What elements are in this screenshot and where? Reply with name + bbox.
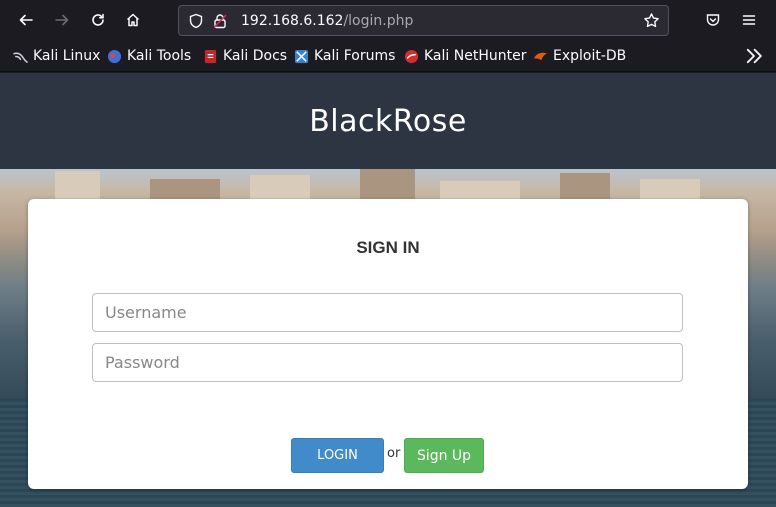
kali-dragon-icon: [13, 52, 28, 63]
arrow-left-icon: [19, 14, 33, 26]
insecure-lock-icon[interactable]: [212, 13, 228, 29]
or-separator: or: [387, 446, 401, 461]
bookmark-kali-nethunter[interactable]: Kali NetHunter: [404, 46, 526, 66]
site-brand: BlackRose: [309, 103, 467, 139]
address-bar[interactable]: 192.168.6.162/login.php: [178, 5, 669, 36]
chevron-double-right-icon[interactable]: [744, 46, 764, 66]
pocket-icon: [706, 14, 720, 26]
sign-in-heading: SIGN IN: [356, 238, 420, 257]
kali-nethunter-icon: [404, 49, 419, 63]
forward-button[interactable]: [48, 6, 76, 34]
back-button[interactable]: [12, 6, 40, 34]
reload-button[interactable]: [84, 6, 112, 34]
bookmark-kali-linux[interactable]: Kali Linux: [13, 46, 100, 66]
exploit-db-icon: [533, 52, 548, 60]
bookmark-label: Kali Tools: [127, 48, 192, 64]
browser-toolbar: 192.168.6.162/login.php: [0, 0, 776, 40]
web-page: BlackRose SIGN IN LOGIN or Sign Up: [0, 73, 776, 507]
pocket-button[interactable]: [699, 6, 727, 34]
url-path: /login.php: [343, 13, 414, 29]
bookmark-label: Exploit-DB: [553, 48, 627, 64]
bookmarks-toolbar: Kali Linux Kali Tools Kali Docs Kali For…: [0, 40, 776, 72]
kali-forums-icon: [294, 49, 309, 63]
hamburger-menu-icon: [742, 15, 756, 25]
reload-icon: [92, 13, 104, 26]
bookmark-label: Kali Forums: [314, 48, 396, 64]
menu-button[interactable]: [735, 6, 763, 34]
kali-tools-icon: [107, 49, 122, 63]
bookmark-exploit-db[interactable]: Exploit-DB: [533, 46, 626, 66]
bookmark-label: Kali Docs: [223, 48, 288, 64]
login-card: SIGN IN LOGIN or Sign Up: [28, 199, 748, 489]
site-header: BlackRose: [0, 73, 776, 169]
bookmark-label: Kali NetHunter: [424, 48, 527, 64]
shield-icon[interactable]: [188, 13, 204, 29]
bookmark-kali-forums[interactable]: Kali Forums: [294, 46, 395, 66]
arrow-right-icon: [55, 14, 69, 26]
star-icon[interactable]: [643, 12, 660, 29]
login-button[interactable]: LOGIN: [291, 438, 384, 473]
bookmark-kali-docs[interactable]: Kali Docs: [203, 46, 287, 66]
username-input[interactable]: [92, 293, 683, 332]
url-text[interactable]: 192.168.6.162/login.php: [241, 13, 413, 29]
signup-button[interactable]: Sign Up: [404, 438, 484, 473]
bookmark-kali-tools[interactable]: Kali Tools: [107, 46, 191, 66]
home-icon: [126, 13, 140, 27]
password-input[interactable]: [92, 343, 683, 382]
kali-docs-icon: [204, 49, 217, 63]
home-button[interactable]: [119, 6, 147, 34]
url-host: 192.168.6.162: [241, 13, 344, 29]
bookmark-label: Kali Linux: [33, 48, 101, 64]
